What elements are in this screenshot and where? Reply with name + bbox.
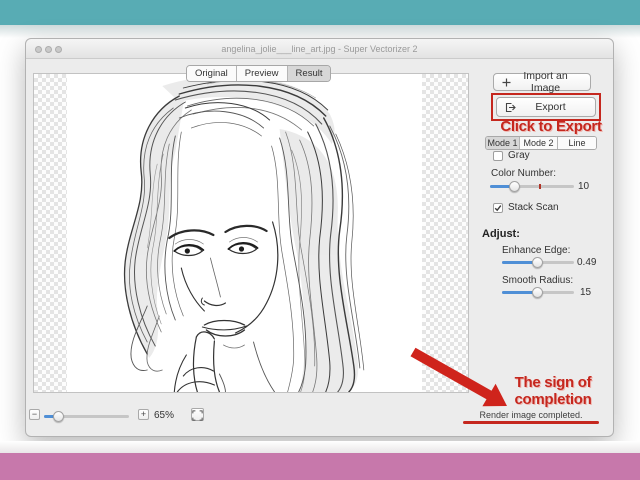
enhance-edge-label: Enhance Edge: — [502, 245, 570, 256]
color-number-marker — [539, 184, 542, 189]
completion-annotation-line1: The sign of — [488, 374, 614, 391]
zoom-slider[interactable] — [44, 411, 129, 422]
smooth-radius-value: 15 — [580, 287, 591, 298]
stack-scan-checkbox[interactable]: Stack Scan — [493, 202, 559, 213]
tab-line[interactable]: Line — [558, 137, 596, 149]
color-number-label: Color Number: — [491, 168, 556, 179]
titlebar: angelina_jolie___line_art.jpg - Super Ve… — [26, 39, 613, 59]
gray-checkbox[interactable]: Gray — [493, 150, 530, 161]
click-to-export-annotation: Click to Export — [484, 118, 614, 135]
enhance-edge-slider[interactable] — [502, 257, 574, 268]
top-banner — [0, 0, 640, 25]
check-icon — [494, 204, 502, 212]
top-banner-fade — [0, 25, 640, 38]
completion-annotation-line2: completion — [488, 391, 614, 408]
bottom-banner — [0, 453, 640, 480]
tab-mode-1[interactable]: Mode 1 — [486, 137, 520, 149]
tab-preview[interactable]: Preview — [237, 66, 288, 81]
color-number-thumb[interactable] — [509, 181, 520, 192]
gray-checkbox-box[interactable] — [493, 151, 503, 161]
color-number-slider[interactable] — [490, 181, 574, 192]
zoom-level: 65% — [154, 410, 174, 421]
plus-icon — [502, 78, 511, 87]
zoom-in-button[interactable]: + — [138, 409, 149, 420]
render-status-text: Render image completed. — [461, 410, 601, 420]
image-canvas — [33, 73, 469, 393]
tab-result[interactable]: Result — [288, 66, 331, 81]
line-art-image — [67, 74, 422, 392]
window-title: angelina_jolie___line_art.jpg - Super Ve… — [26, 39, 613, 59]
tab-original[interactable]: Original — [187, 66, 237, 81]
enhance-edge-thumb[interactable] — [532, 257, 543, 268]
smooth-radius-thumb[interactable] — [532, 287, 543, 298]
gray-checkbox-label: Gray — [508, 150, 530, 161]
adjust-heading: Adjust: — [482, 228, 520, 240]
completion-annotation: The sign of completion — [488, 374, 614, 408]
import-image-button[interactable]: Import an Image — [493, 73, 591, 91]
stack-scan-checkbox-box[interactable] — [493, 203, 503, 213]
view-tabs: Original Preview Result — [186, 65, 331, 82]
bottom-banner-fade — [0, 441, 640, 453]
fit-screen-icon — [192, 409, 203, 424]
fit-screen-button[interactable] — [191, 408, 204, 421]
smooth-radius-slider[interactable] — [502, 287, 574, 298]
screenshot-stage: angelina_jolie___line_art.jpg - Super Ve… — [0, 0, 640, 480]
enhance-edge-value: 0.49 — [577, 257, 596, 268]
import-image-label: Import an Image — [511, 70, 590, 94]
zoom-out-button[interactable]: − — [29, 409, 40, 420]
zoom-slider-thumb[interactable] — [53, 411, 64, 422]
status-underline-annotation — [463, 421, 599, 424]
export-highlight-annotation — [491, 93, 601, 121]
mode-tabs: Mode 1 Mode 2 Line — [485, 136, 597, 150]
stack-scan-label: Stack Scan — [508, 202, 559, 213]
color-number-value: 10 — [578, 181, 589, 192]
smooth-radius-label: Smooth Radius: — [502, 275, 573, 286]
tab-mode-2[interactable]: Mode 2 — [520, 137, 558, 149]
app-window: angelina_jolie___line_art.jpg - Super Ve… — [25, 38, 614, 437]
